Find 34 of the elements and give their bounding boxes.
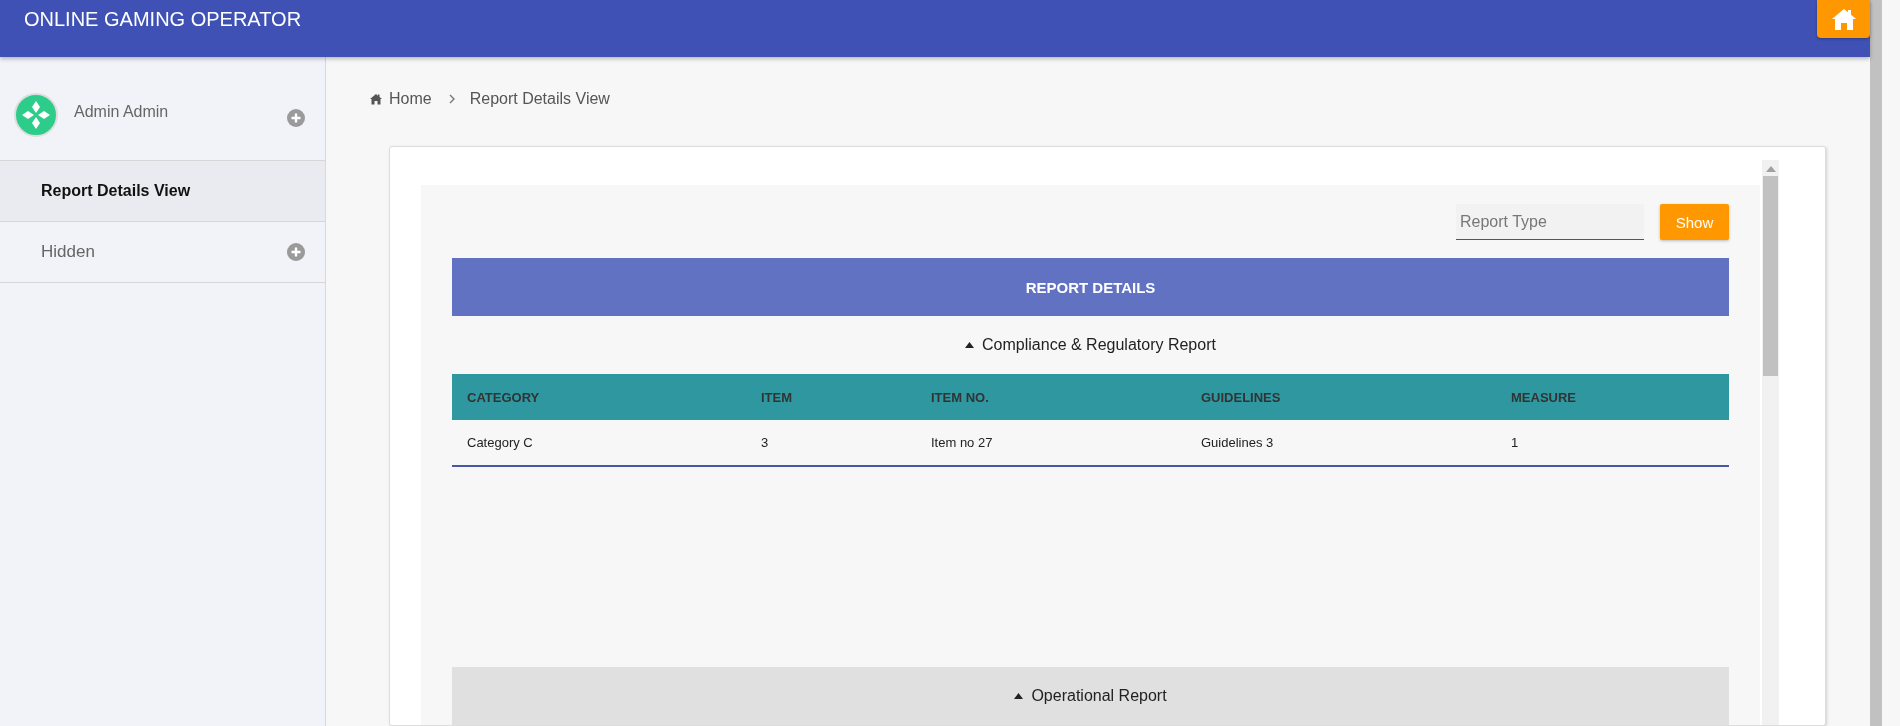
column-header: CATEGORY (452, 374, 746, 420)
table-cell: 3 (746, 420, 916, 466)
home-icon (369, 92, 383, 105)
home-button[interactable] (1817, 0, 1870, 38)
plus-icon[interactable] (287, 243, 305, 261)
home-icon (1830, 7, 1857, 31)
sidebar-item[interactable]: Hidden (0, 222, 325, 283)
scrollbar[interactable] (1762, 160, 1779, 725)
breadcrumb-current: Report Details View (469, 89, 610, 108)
sidebar-item[interactable]: Report Details View (0, 161, 325, 222)
section-header[interactable]: Compliance & Regulatory Report (452, 316, 1729, 374)
table-cell: Category C (452, 420, 746, 466)
table-cell: 1 (1496, 420, 1729, 466)
section-header[interactable]: Operational Report (452, 667, 1729, 725)
user-name: Admin Admin (74, 103, 170, 121)
table-cell: Item no 27 (916, 420, 1186, 466)
column-header: MEASURE (1496, 374, 1729, 420)
caret-up-icon (965, 342, 975, 348)
section-title: Compliance & Regulatory Report (982, 336, 1216, 354)
app-title: ONLINE GAMING OPERATOR (23, 7, 302, 31)
table-cell: Guidelines 3 (1186, 420, 1496, 466)
plus-icon[interactable] (287, 109, 305, 127)
report-type-field[interactable]: Report Type (1456, 204, 1644, 240)
column-header: ITEM NO. (916, 374, 1186, 420)
column-header: GUIDELINES (1186, 374, 1496, 420)
breadcrumb-link[interactable]: Home (389, 89, 432, 108)
page-scrollbar[interactable] (1870, 0, 1882, 726)
scroll-up-icon[interactable] (1765, 166, 1776, 172)
caret-up-icon (1014, 693, 1024, 699)
report-title-bar: REPORT DETAILS (452, 258, 1729, 316)
section-title: Operational Report (1031, 687, 1167, 705)
avatar-icon (14, 93, 58, 137)
column-header: ITEM (746, 374, 916, 420)
chevron-right-icon (447, 92, 456, 105)
